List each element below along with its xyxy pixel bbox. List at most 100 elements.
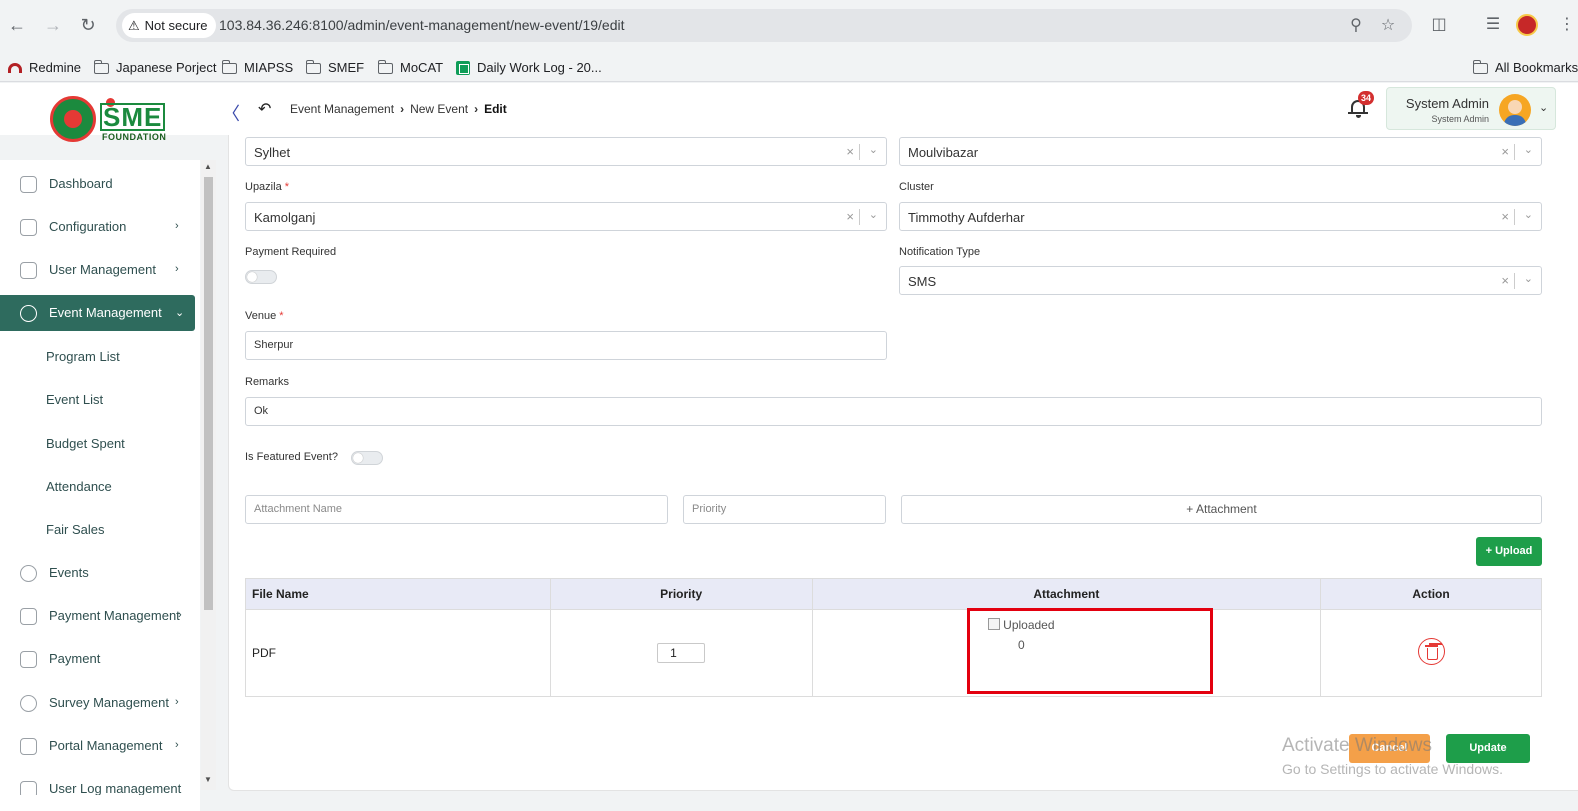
upload-button[interactable]: + Upload [1476,537,1542,566]
notification-type-select[interactable]: SMS × ⌄ [899,266,1542,295]
more-menu-icon[interactable]: ⋮ [1556,14,1578,36]
subdistrict-value: Moulvibazar [908,145,979,160]
log-icon [20,781,37,795]
sidebar-collapse-icon[interactable]: 〈 [222,100,240,126]
back-arrow-icon[interactable]: ← [6,14,28,36]
sidebar-item-event-management[interactable]: Event Management ⌄ [0,295,195,331]
featured-event-label: Is Featured Event? [245,451,338,463]
reload-icon[interactable]: ↻ [77,14,99,36]
sidebar-subitem-budget-spent[interactable]: Budget Spent [46,436,125,451]
user-role: System Admin [1431,114,1489,124]
events-icon [20,565,37,582]
bookmark-daily-work-log[interactable]: Daily Work Log - 20... [456,50,602,82]
breadcrumb-chevron-icon: › [474,102,479,116]
sheets-icon [456,61,470,75]
shield-icon [20,262,37,279]
sidebar-item-user-management[interactable]: User Management › [0,252,195,288]
cell-action [1320,609,1542,697]
reading-list-icon[interactable]: ☰ [1482,14,1504,36]
sidebar-subitem-attendance[interactable]: Attendance [46,479,112,494]
chevron-down-icon[interactable]: ⌄ [1524,208,1533,221]
forward-arrow-icon[interactable]: → [42,14,64,36]
chevron-down-icon[interactable]: ⌄ [869,208,878,221]
bookmark-miapss[interactable]: MIAPSS [221,50,293,82]
sidebar-item-configuration[interactable]: Configuration › [0,209,195,245]
scroll-up-icon[interactable]: ▲ [204,162,212,171]
chevron-right-icon: › [178,609,182,621]
clear-icon[interactable]: × [846,209,854,224]
chevron-down-icon[interactable]: ⌄ [1524,272,1533,285]
undo-back-icon[interactable]: ↶ [258,99,271,119]
sidebar-item-user-log-management[interactable]: User Log management [0,771,195,795]
bookmark-label: All Bookmarks [1495,60,1578,75]
clear-icon[interactable]: × [1501,144,1509,159]
venue-label: Venue * [245,310,284,322]
extensions-icon[interactable]: ◫ [1428,14,1450,36]
bookmark-mocat[interactable]: MoCAT [377,50,443,82]
scroll-down-icon[interactable]: ▼ [204,775,212,784]
sidebar: Dashboard Configuration › User Managemen… [0,160,200,811]
sidebar-item-label: Event Management [49,305,162,320]
chevron-right-icon: › [175,263,179,275]
sidebar-item-survey-management[interactable]: Survey Management › [0,685,195,721]
profile-avatar[interactable] [1516,14,1538,36]
header-priority: Priority [549,578,813,610]
clear-icon[interactable]: × [846,144,854,159]
featured-event-toggle[interactable] [351,451,383,465]
attachment-name-input[interactable]: Attachment Name [245,495,668,524]
payment-required-toggle[interactable] [245,270,277,284]
folder-icon [93,59,109,74]
bookmark-smef[interactable]: SMEF [305,50,364,82]
subdistrict-select[interactable]: Moulvibazar × ⌄ [899,137,1542,166]
sidebar-subitem-program-list[interactable]: Program List [46,349,120,364]
breadcrumb-chevron-icon: › [400,102,405,116]
sidebar-item-label: Survey Management [49,695,169,710]
remarks-input[interactable]: Ok [245,397,1542,426]
zoom-icon[interactable]: ⚲ [1345,15,1367,37]
sidebar-subitem-fair-sales[interactable]: Fair Sales [46,522,105,537]
clear-icon[interactable]: × [1501,209,1509,224]
priority-input[interactable]: Priority [683,495,886,524]
star-icon[interactable]: ☆ [1377,15,1399,37]
payment-icon [20,651,37,668]
priority-cell-input[interactable]: 1 [657,643,706,663]
security-chip[interactable]: ⚠ Not secure [122,13,216,38]
folder-icon [221,59,237,74]
cluster-select[interactable]: Timmothy Aufderhar × ⌄ [899,202,1542,231]
breadcrumb-new-event[interactable]: New Event [410,102,468,116]
sidebar-item-payment-management[interactable]: Payment Management › [0,598,195,634]
bookmark-japanese-porject[interactable]: Japanese Porject [93,50,216,82]
breadcrumb-event-management[interactable]: Event Management [290,102,394,116]
warning-icon: ⚠ [128,18,140,33]
sidebar-item-portal-management[interactable]: Portal Management › [0,728,195,764]
notification-badge: 34 [1358,91,1375,105]
sidebar-subitem-event-list[interactable]: Event List [46,392,103,407]
chevron-down-icon[interactable]: ⌄ [1524,143,1533,156]
district-value: Sylhet [254,145,291,160]
chevron-right-icon: › [175,739,179,751]
chevron-right-icon: › [175,696,179,708]
sidebar-scroll-thumb[interactable] [204,177,213,610]
sme-foundation-logo[interactable]: SME FOUNDATION [50,96,170,144]
trash-icon[interactable] [1417,638,1445,665]
venue-input[interactable]: Sherpur [245,331,887,360]
clear-icon[interactable]: × [1501,273,1509,288]
survey-icon [20,695,37,712]
watermark-line2: Go to Settings to activate Windows. [1282,761,1503,777]
district-select[interactable]: Sylhet × ⌄ [245,137,887,166]
all-bookmarks[interactable]: All Bookmarks [1472,50,1578,82]
upazila-select[interactable]: Kamolganj × ⌄ [245,202,887,231]
sidebar-item-events[interactable]: Events [0,555,195,591]
chevron-down-icon[interactable]: ⌄ [869,143,878,156]
address-bar[interactable]: ⚠ Not secure 103.84.36.246:8100/admin/ev… [116,9,1412,42]
url-text[interactable]: 103.84.36.246:8100/admin/event-managemen… [219,9,625,42]
sidebar-item-label: Payment [49,651,101,666]
bookmark-redmine[interactable]: Redmine [8,50,81,82]
add-attachment-button[interactable]: + Attachment [901,495,1542,524]
user-menu[interactable]: System Admin System Admin ⌄ [1386,87,1556,130]
windows-activation-watermark: Activate Windows Go to Settings to activ… [1282,735,1503,777]
highlight-box [967,608,1213,694]
sidebar-item-payment[interactable]: Payment [0,641,195,677]
sidebar-item-dashboard[interactable]: Dashboard [0,166,195,202]
header-action: Action [1320,578,1542,610]
